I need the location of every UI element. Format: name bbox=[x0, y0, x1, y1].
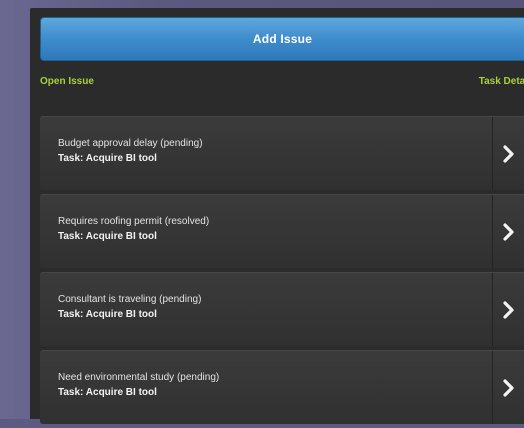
issue-list: Budget approval delay (pending) Task: Ac… bbox=[40, 116, 524, 428]
disclosure-button[interactable] bbox=[492, 117, 524, 190]
add-issue-label: Add Issue bbox=[252, 32, 313, 46]
issue-row[interactable]: Consultant is traveling (pending) Task: … bbox=[40, 272, 524, 346]
task-details-tab[interactable]: Task Detai bbox=[479, 76, 524, 87]
issue-task: Task: Acquire BI tool bbox=[58, 309, 157, 320]
disclosure-button[interactable] bbox=[492, 195, 524, 268]
chevron-right-icon bbox=[502, 144, 514, 163]
chevron-right-icon bbox=[502, 222, 514, 241]
issue-title: Budget approval delay (pending) bbox=[58, 138, 203, 149]
chevron-right-icon bbox=[502, 378, 514, 397]
section-header: Open Issue Task Detai bbox=[40, 74, 524, 92]
issue-text: Requires roofing permit (resolved) Task:… bbox=[58, 214, 209, 244]
add-issue-button[interactable]: Add Issue bbox=[40, 17, 524, 61]
issue-row[interactable]: Need environmental study (pending) Task:… bbox=[40, 350, 524, 424]
issue-title: Requires roofing permit (resolved) bbox=[58, 216, 210, 227]
issue-text: Consultant is traveling (pending) Task: … bbox=[58, 292, 201, 322]
chevron-right-icon bbox=[502, 300, 514, 319]
issue-text: Budget approval delay (pending) Task: Ac… bbox=[58, 136, 203, 166]
issue-title: Consultant is traveling (pending) bbox=[58, 294, 202, 305]
disclosure-button[interactable] bbox=[492, 273, 524, 346]
open-issue-tab[interactable]: Open Issue bbox=[40, 76, 94, 87]
disclosure-button[interactable] bbox=[492, 351, 524, 424]
issue-task: Task: Acquire BI tool bbox=[58, 231, 157, 242]
issue-row[interactable]: Budget approval delay (pending) Task: Ac… bbox=[40, 116, 524, 190]
issue-text: Need environmental study (pending) Task:… bbox=[58, 370, 219, 400]
issue-task: Task: Acquire BI tool bbox=[58, 153, 157, 164]
issue-title: Need environmental study (pending) bbox=[58, 372, 220, 383]
issue-task: Task: Acquire BI tool bbox=[58, 387, 157, 398]
issue-row[interactable]: Requires roofing permit (resolved) Task:… bbox=[40, 194, 524, 268]
issues-panel: Add Issue Open Issue Task Detai Budget a… bbox=[30, 8, 524, 424]
